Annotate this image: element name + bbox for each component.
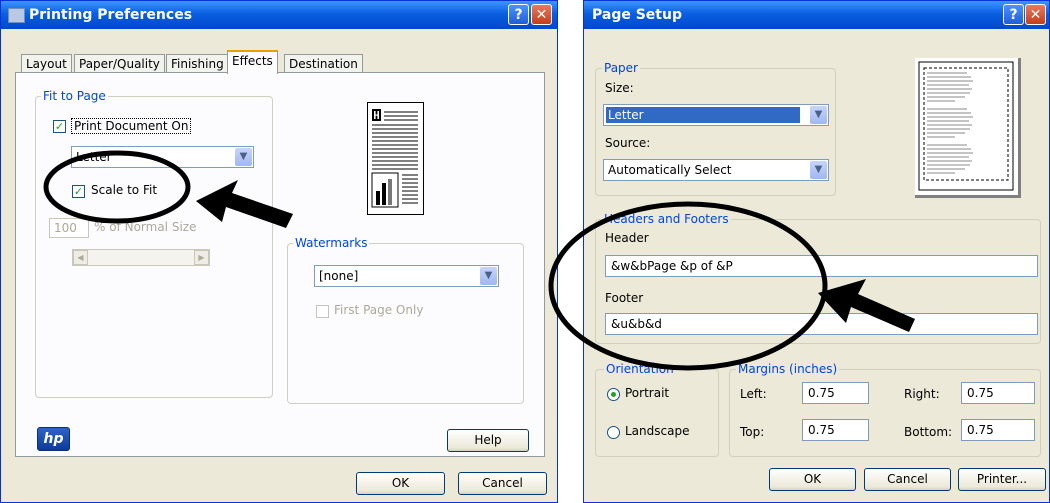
paper-source-select[interactable]: Automatically Select ▼ bbox=[603, 159, 829, 181]
page-setup-window: Page Setup ? ✕ Paper Size: Letter ▼ Sour… bbox=[583, 0, 1050, 503]
watermark-select[interactable]: [none] ▼ bbox=[314, 265, 499, 287]
window-title: Printing Preferences bbox=[29, 7, 193, 23]
footer-label: Footer bbox=[605, 291, 644, 305]
right-margin-label: Right: bbox=[904, 387, 940, 401]
tab-destination[interactable]: Destination bbox=[284, 54, 363, 74]
scale-scrollbar[interactable]: ◀ ▶ bbox=[72, 249, 210, 266]
size-label: Size: bbox=[605, 81, 634, 95]
chevron-down-icon[interactable]: ▼ bbox=[235, 148, 252, 166]
paper-legend: Paper bbox=[602, 61, 640, 75]
landscape-label: Landscape bbox=[625, 424, 690, 438]
chevron-down-icon[interactable]: ▼ bbox=[480, 267, 497, 285]
radio-selected-dot bbox=[611, 392, 616, 397]
window-title: Page Setup bbox=[592, 7, 682, 23]
scale-percent-input[interactable]: 100 bbox=[49, 218, 89, 238]
paper-size-value: Letter bbox=[606, 107, 800, 123]
fit-to-page-group bbox=[35, 96, 273, 398]
chevron-down-icon[interactable]: ▼ bbox=[810, 106, 827, 124]
paper-source-value: Automatically Select bbox=[608, 163, 732, 177]
tab-finishing[interactable]: Finishing bbox=[166, 54, 229, 74]
chevron-down-icon[interactable]: ▼ bbox=[810, 161, 827, 179]
tab-layout[interactable]: Layout bbox=[21, 54, 72, 74]
landscape-radio[interactable] bbox=[607, 426, 620, 439]
cancel-button[interactable]: Cancel bbox=[458, 472, 547, 495]
orientation-group bbox=[595, 369, 719, 457]
cancel-button[interactable]: Cancel bbox=[864, 468, 951, 491]
page-preview-image bbox=[367, 102, 424, 215]
title-bar[interactable]: Printing Preferences ? ✕ bbox=[1, 1, 557, 29]
top-margin-input[interactable]: 0.75 bbox=[802, 419, 869, 441]
scale-percent-label: % of Normal Size bbox=[94, 220, 197, 234]
orientation-legend: Orientation bbox=[604, 362, 676, 376]
print-document-on-label: Print Document On bbox=[71, 118, 192, 134]
help-title-button[interactable]: ? bbox=[508, 4, 529, 25]
printer-icon bbox=[8, 8, 25, 23]
page-preview-graphic bbox=[918, 61, 1014, 191]
portrait-label: Portrait bbox=[625, 386, 670, 400]
paper-size-select[interactable]: Letter ▼ bbox=[603, 104, 829, 126]
help-button[interactable]: Help bbox=[447, 429, 529, 452]
left-margin-label: Left: bbox=[740, 387, 767, 401]
headers-footers-legend: Headers and Footers bbox=[602, 212, 731, 226]
header-input[interactable]: &w&bPage &p of &P bbox=[605, 255, 1038, 277]
top-margin-label: Top: bbox=[740, 425, 765, 439]
printer-button[interactable]: Printer... bbox=[958, 468, 1046, 491]
left-margin-input[interactable]: 0.75 bbox=[802, 382, 869, 404]
page-setup-preview bbox=[915, 58, 1021, 198]
tab-effects[interactable]: Effects bbox=[227, 50, 278, 74]
bottom-margin-label: Bottom: bbox=[904, 425, 953, 439]
fit-to-page-legend: Fit to Page bbox=[41, 89, 108, 103]
print-document-on-select[interactable]: Letter ▼ bbox=[71, 146, 254, 168]
right-margin-input[interactable]: 0.75 bbox=[961, 382, 1035, 404]
print-document-on-checkbox[interactable]: ✓ bbox=[53, 120, 66, 133]
ok-button[interactable]: OK bbox=[356, 472, 445, 495]
printing-preferences-window: Printing Preferences ? ✕ Layout Paper/Qu… bbox=[0, 0, 558, 503]
margins-legend: Margins (inches) bbox=[736, 362, 840, 376]
first-page-only-label: First Page Only bbox=[334, 303, 424, 317]
scroll-right-icon[interactable]: ▶ bbox=[194, 250, 209, 265]
scroll-left-icon[interactable]: ◀ bbox=[73, 250, 88, 265]
first-page-only-checkbox[interactable] bbox=[316, 305, 329, 318]
watermarks-legend: Watermarks bbox=[293, 236, 370, 250]
close-button[interactable]: ✕ bbox=[1025, 4, 1046, 25]
watermark-select-value: [none] bbox=[319, 269, 359, 283]
scale-to-fit-label: Scale to Fit bbox=[91, 183, 158, 197]
hp-logo: hp bbox=[37, 427, 70, 451]
title-bar[interactable]: Page Setup ? ✕ bbox=[584, 1, 1049, 29]
page-preview-graphic bbox=[371, 109, 418, 208]
ok-button[interactable]: OK bbox=[769, 468, 856, 491]
header-label: Header bbox=[605, 231, 649, 245]
footer-input[interactable]: &u&b&d bbox=[605, 313, 1038, 335]
scale-to-fit-checkbox[interactable]: ✓ bbox=[72, 185, 85, 198]
tab-paper-quality[interactable]: Paper/Quality bbox=[74, 54, 165, 74]
help-title-button[interactable]: ? bbox=[1003, 4, 1024, 25]
portrait-radio[interactable] bbox=[607, 388, 620, 401]
bottom-margin-input[interactable]: 0.75 bbox=[961, 419, 1035, 441]
close-button[interactable]: ✕ bbox=[531, 4, 552, 25]
paper-select-value: Letter bbox=[76, 150, 112, 164]
source-label: Source: bbox=[605, 136, 651, 150]
